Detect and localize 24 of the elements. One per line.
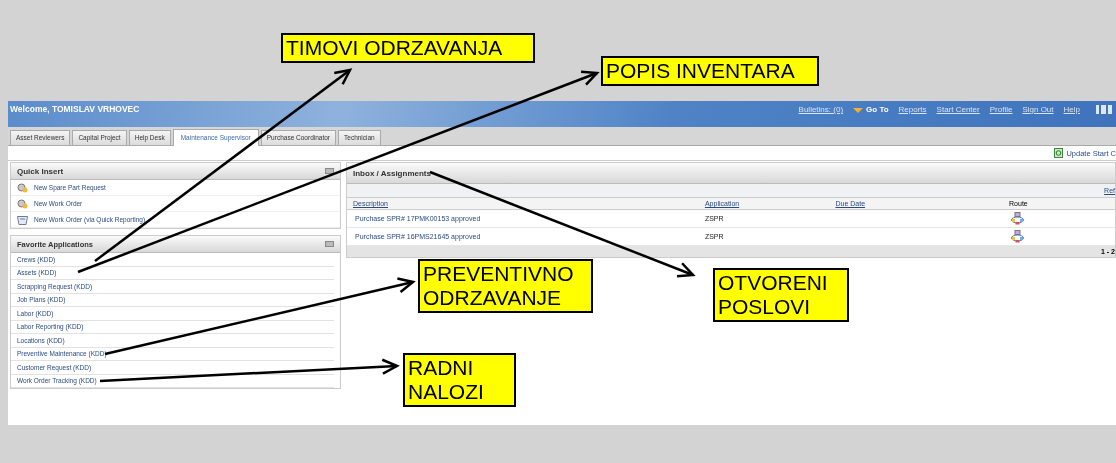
goto-link[interactable]: Go To [866,105,889,114]
callout-label: POPIS INVENTARA [601,56,819,86]
header-link[interactable]: Profile [989,105,1013,114]
arrow-icon [853,106,864,113]
header-link[interactable]: Help [1063,105,1080,114]
header-link[interactable]: Reports [898,105,927,114]
minimize-icon[interactable] [325,168,334,174]
callout-label: PREVENTIVNO ODRZAVANJE [418,259,593,313]
form-icon [17,214,28,225]
callout-label: OTVORENI POSLOVI [713,268,849,322]
header-link[interactable]: Sign Out [1022,105,1054,114]
welcome-text: Welcome, TOMISLAV VRHOVEC [10,104,140,114]
logo-icon [1096,104,1112,115]
callout-label: RADNI NALOZI [403,353,516,407]
gear-icon [17,182,28,193]
header-link[interactable]: Bulletins: (0) [798,105,844,114]
panel-title: Inbox / Assignments [353,168,431,178]
callout-label: TIMOVI ODRZAVANJA [281,33,535,63]
route-icon[interactable] [1011,229,1025,243]
header-link[interactable]: Start Center [936,105,980,114]
refresh-icon[interactable] [1054,148,1064,158]
panel-title: Quick Insert [17,166,64,176]
gear-icon [17,198,28,209]
route-icon[interactable] [1011,211,1025,225]
